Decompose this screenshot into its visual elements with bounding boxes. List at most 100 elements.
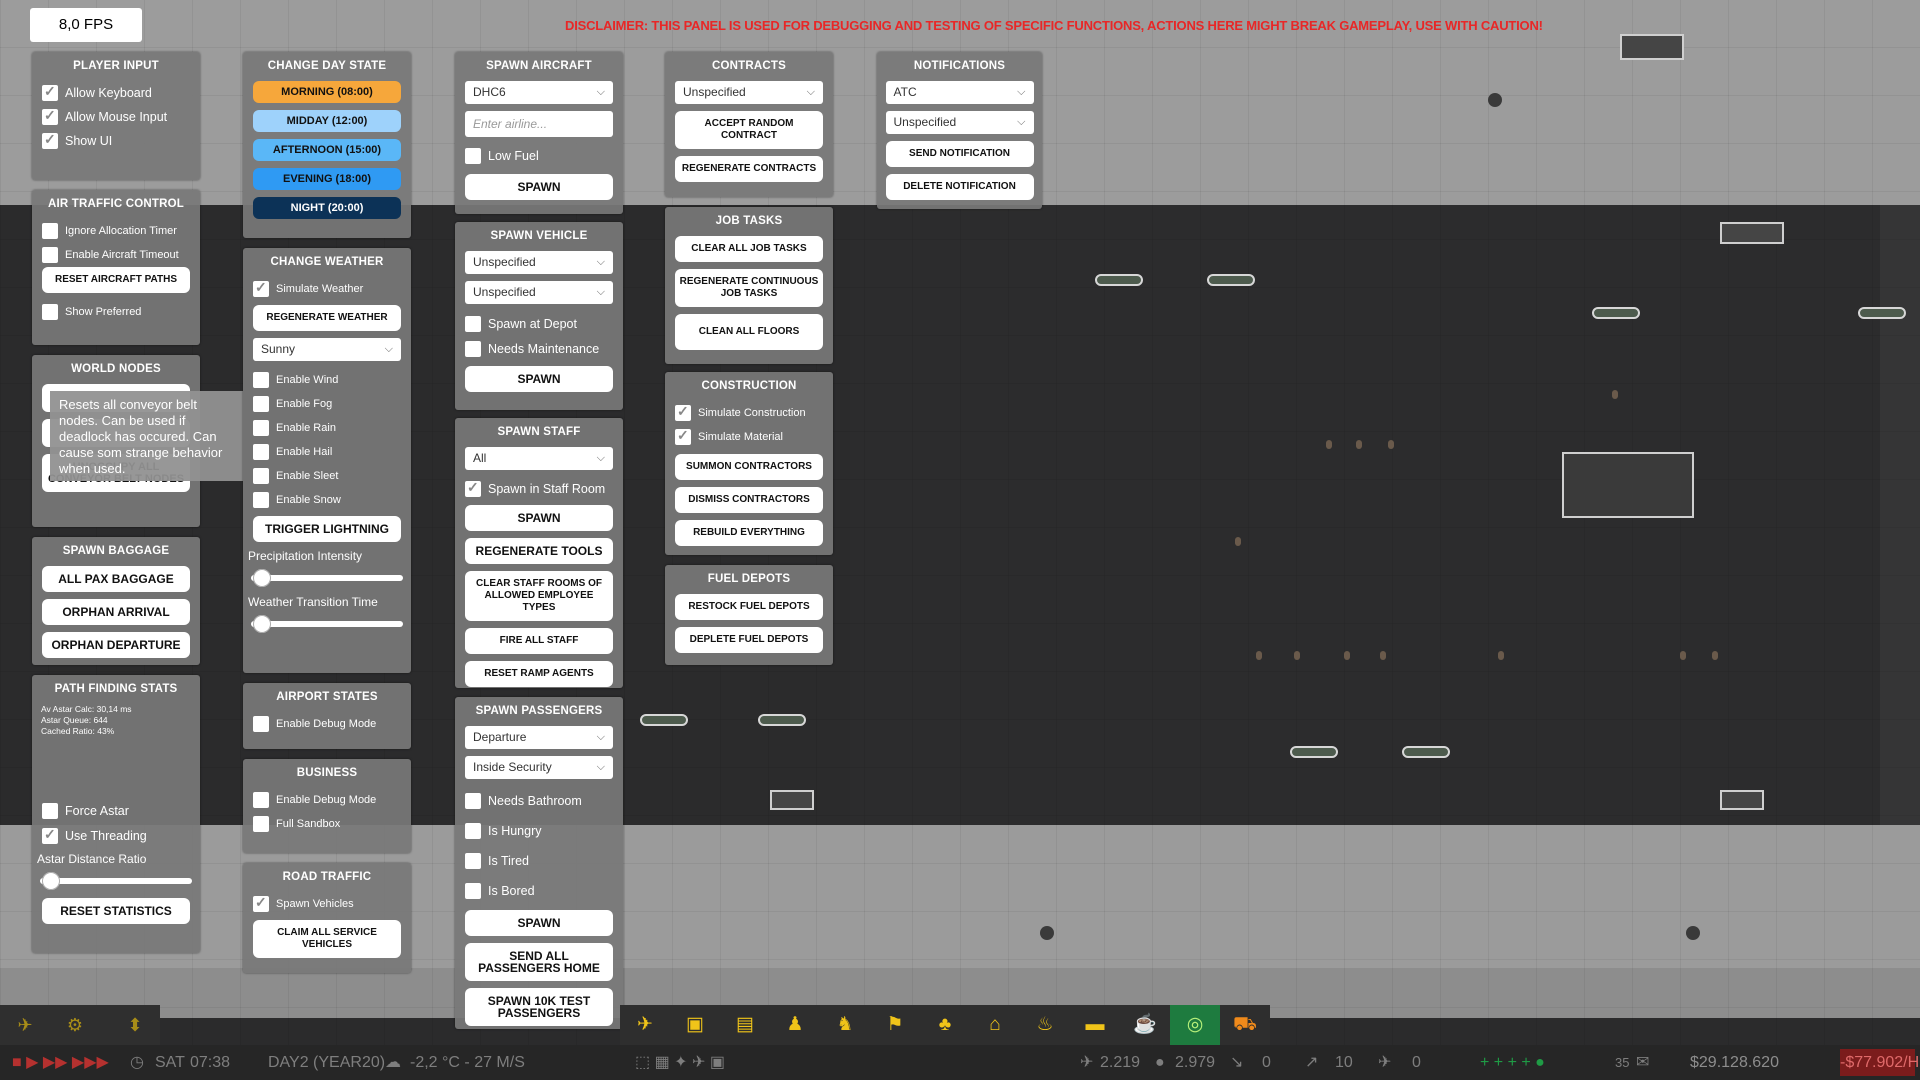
mail-count[interactable]: 35 <box>1615 1045 1629 1080</box>
fire-all-staff-button[interactable]: FIRE ALL STAFF <box>465 628 613 654</box>
notification-category-select[interactable]: ATC ⌵ <box>885 81 1034 104</box>
gear-icon[interactable]: ⚙ <box>55 1005 95 1045</box>
regenerate-weather-button[interactable]: REGENERATE WEATHER <box>253 305 401 331</box>
allow-keyboard-checkbox[interactable]: Allow Keyboard <box>32 81 200 105</box>
spawn-passengers-button[interactable]: SPAWN <box>465 910 613 936</box>
enable-snow-checkbox[interactable]: Enable Snow <box>243 488 411 512</box>
orphan-arrival-button[interactable]: ORPHAN ARRIVAL <box>42 599 190 625</box>
plant-icon[interactable]: ♣ <box>920 1005 970 1045</box>
regenerate-contracts-button[interactable]: REGENERATE CONTRACTS <box>675 156 823 182</box>
needs-bathroom-checkbox[interactable]: Needs Bathroom <box>455 786 623 816</box>
baggage-icon[interactable]: ▤ <box>720 1005 770 1045</box>
aircraft-type-select[interactable]: DHC6 ⌵ <box>465 81 613 104</box>
bulldozer-icon[interactable]: ⛟ <box>1220 1005 1270 1045</box>
passenger-location-select[interactable]: Inside Security ⌵ <box>465 756 613 779</box>
reset-statistics-button[interactable]: RESET STATISTICS <box>42 898 190 924</box>
clear-job-tasks-button[interactable]: CLEAR ALL JOB TASKS <box>675 236 823 262</box>
dismiss-contractors-button[interactable]: DISMISS CONTRACTORS <box>675 487 823 513</box>
enable-hail-checkbox[interactable]: Enable Hail <box>243 440 411 464</box>
shop-icon[interactable]: ⌂ <box>970 1005 1020 1045</box>
is-bored-checkbox[interactable]: Is Bored <box>455 876 623 906</box>
bus-icon[interactable]: ▣ <box>670 1005 720 1045</box>
enable-sleet-checkbox[interactable]: Enable Sleet <box>243 464 411 488</box>
vehicle-type-select[interactable]: Unspecified ⌵ <box>465 251 613 274</box>
restock-fuel-depots-button[interactable]: RESTOCK FUEL DEPOTS <box>675 594 823 620</box>
spawn-10k-passengers-button[interactable]: SPAWN 10K TEST PASSENGERS <box>465 988 613 1026</box>
notification-type-select[interactable]: Unspecified ⌵ <box>885 111 1034 134</box>
reset-ramp-agents-button[interactable]: RESET RAMP AGENTS <box>465 661 613 687</box>
vehicle-variant-select[interactable]: Unspecified ⌵ <box>465 281 613 304</box>
night-button[interactable]: NIGHT (20:00) <box>253 197 401 219</box>
reset-aircraft-paths-button[interactable]: RESET AIRCRAFT PATHS <box>42 267 190 293</box>
rebuild-everything-button[interactable]: REBUILD EVERYTHING <box>675 520 823 546</box>
enable-fog-checkbox[interactable]: Enable Fog <box>243 392 411 416</box>
overlay-toggle-icons[interactable]: ⬚ ▦ ✦ ✈ ▣ <box>635 1045 725 1080</box>
full-sandbox-checkbox[interactable]: Full Sandbox <box>243 812 411 836</box>
simulate-construction-checkbox[interactable]: Simulate Construction <box>665 401 833 425</box>
show-ui-checkbox[interactable]: Show UI <box>32 129 200 153</box>
spawn-staff-button[interactable]: SPAWN <box>465 505 613 531</box>
slider-knob[interactable] <box>42 872 60 890</box>
precipitation-intensity-slider[interactable] <box>251 569 403 587</box>
force-astar-checkbox[interactable]: Force Astar <box>32 798 200 823</box>
orphan-departure-button[interactable]: ORPHAN DEPARTURE <box>42 632 190 658</box>
tool-icon[interactable]: ✈ <box>620 1005 670 1045</box>
spawn-in-staff-room-checkbox[interactable]: Spawn in Staff Room <box>455 477 623 501</box>
spawn-vehicle-button[interactable]: SPAWN <box>465 366 613 392</box>
security-icon[interactable]: ⚑ <box>870 1005 920 1045</box>
passenger-type-select[interactable]: Departure ⌵ <box>465 726 613 749</box>
use-threading-checkbox[interactable]: Use Threading <box>32 823 200 848</box>
ignore-allocation-timer-checkbox[interactable]: Ignore Allocation Timer <box>32 219 200 243</box>
clean-all-floors-button[interactable]: CLEAN ALL FLOORS <box>675 314 823 350</box>
is-tired-checkbox[interactable]: Is Tired <box>455 846 623 876</box>
regenerate-continuous-job-tasks-button[interactable]: REGENERATE CONTINUOUS JOB TASKS <box>675 269 823 307</box>
needs-maintenance-checkbox[interactable]: Needs Maintenance <box>455 336 623 361</box>
spawn-at-depot-checkbox[interactable]: Spawn at Depot <box>455 311 623 336</box>
mail-icon[interactable]: ✉ <box>1636 1045 1649 1080</box>
simulate-material-checkbox[interactable]: Simulate Material <box>665 425 833 449</box>
is-hungry-checkbox[interactable]: Is Hungry <box>455 816 623 846</box>
globe-icon[interactable]: ◎ <box>1170 1005 1220 1045</box>
weather-transition-time-slider[interactable] <box>251 615 403 633</box>
slider-knob[interactable] <box>253 569 271 587</box>
simulate-weather-checkbox[interactable]: Simulate Weather <box>243 277 411 301</box>
rest-icon[interactable]: ☕ <box>1120 1005 1170 1045</box>
morning-button[interactable]: MORNING (08:00) <box>253 81 401 103</box>
spawn-aircraft-button[interactable]: SPAWN <box>465 174 613 200</box>
evening-button[interactable]: EVENING (18:00) <box>253 168 401 190</box>
claim-service-vehicles-button[interactable]: CLAIM ALL SERVICE VEHICLES <box>253 920 401 958</box>
allow-mouse-checkbox[interactable]: Allow Mouse Input <box>32 105 200 129</box>
summon-contractors-button[interactable]: SUMMON CONTRACTORS <box>675 454 823 480</box>
slider-knob[interactable] <box>253 615 271 633</box>
delete-notification-button[interactable]: DELETE NOTIFICATION <box>885 174 1034 200</box>
weather-select[interactable]: Sunny ⌵ <box>253 338 401 361</box>
enable-rain-checkbox[interactable]: Enable Rain <box>243 416 411 440</box>
contract-type-select[interactable]: Unspecified ⌵ <box>675 81 823 104</box>
seating-icon[interactable]: ▬ <box>1070 1005 1120 1045</box>
takeoff-icon[interactable]: ✈ <box>5 1005 45 1045</box>
all-pax-baggage-button[interactable]: ALL PAX BAGGAGE <box>42 566 190 592</box>
airline-input[interactable]: Enter airline... <box>465 111 613 137</box>
staff-type-select[interactable]: All ⌵ <box>465 447 613 470</box>
chevron-up-down-icon[interactable]: ⬍ <box>115 1005 155 1045</box>
deplete-fuel-depots-button[interactable]: DEPLETE FUEL DEPOTS <box>675 627 823 653</box>
regenerate-tools-button[interactable]: REGENERATE TOOLS <box>465 538 613 564</box>
afternoon-button[interactable]: AFTERNOON (15:00) <box>253 139 401 161</box>
low-fuel-checkbox[interactable]: Low Fuel <box>455 144 623 168</box>
aircraft-timeout-checkbox[interactable]: Enable Aircraft Timeout <box>32 243 200 267</box>
midday-button[interactable]: MIDDAY (12:00) <box>253 110 401 132</box>
staff-icon[interactable]: ♞ <box>820 1005 870 1045</box>
clear-staff-rooms-button[interactable]: CLEAR STAFF ROOMS OF ALLOWED EMPLOYEE TY… <box>465 571 613 621</box>
spawn-vehicles-checkbox[interactable]: Spawn Vehicles <box>243 892 411 916</box>
trigger-lightning-button[interactable]: TRIGGER LIGHTNING <box>253 516 401 542</box>
accept-random-contract-button[interactable]: ACCEPT RANDOM CONTRACT <box>675 111 823 149</box>
show-preferred-checkbox[interactable]: Show Preferred <box>32 300 200 324</box>
business-debug-mode-checkbox[interactable]: Enable Debug Mode <box>243 788 411 812</box>
send-passengers-home-button[interactable]: SEND ALL PASSENGERS HOME <box>465 943 613 981</box>
send-notification-button[interactable]: SEND NOTIFICATION <box>885 141 1034 167</box>
enable-wind-checkbox[interactable]: Enable Wind <box>243 368 411 392</box>
person-icon[interactable]: ♟ <box>770 1005 820 1045</box>
airport-debug-mode-checkbox[interactable]: Enable Debug Mode <box>243 712 411 736</box>
speed-controls-icon[interactable]: ■ ▶ ▶▶ ▶▶▶ <box>12 1045 109 1080</box>
food-icon[interactable]: ♨ <box>1020 1005 1070 1045</box>
